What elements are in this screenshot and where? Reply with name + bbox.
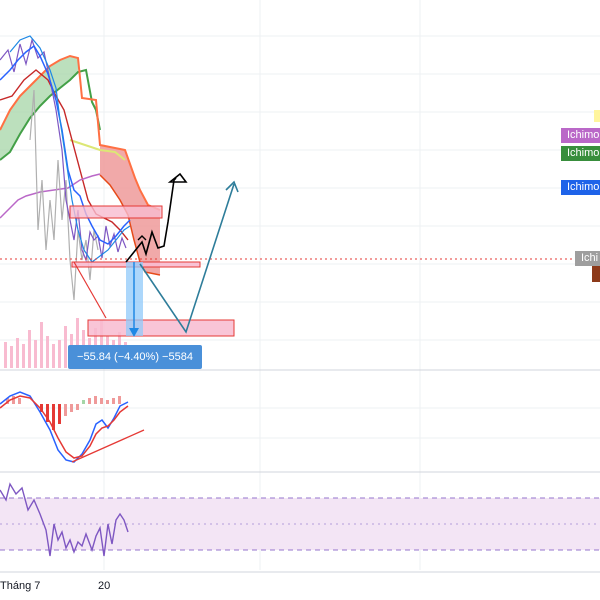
ichimoku-tag-price: Ichi [575, 251, 600, 266]
resistance-zone [69, 205, 163, 219]
ichimoku-tag-kijun-marker [592, 266, 600, 282]
ichimoku-tag-tenkan: Ichimo [561, 180, 600, 195]
ichimoku-tag-chikou: Ichimo [561, 128, 600, 143]
target-zone [87, 319, 235, 337]
price-close-line [29, 89, 99, 301]
macd-trend-line [71, 429, 145, 463]
measure-label: −55.84 (−4.40%) −5584 [68, 345, 202, 369]
grid-lines [0, 0, 600, 570]
x-tick-label: 20 [98, 580, 111, 592]
ichimoku-tag-span-a: Ichimo [561, 146, 600, 161]
ichimoku-tag-future-marker [594, 110, 600, 122]
projection-arrowhead-black [167, 172, 188, 183]
chart-canvas [0, 0, 600, 573]
x-tick-label: Tháng 7 [0, 580, 41, 592]
trend-line-price [73, 261, 107, 319]
